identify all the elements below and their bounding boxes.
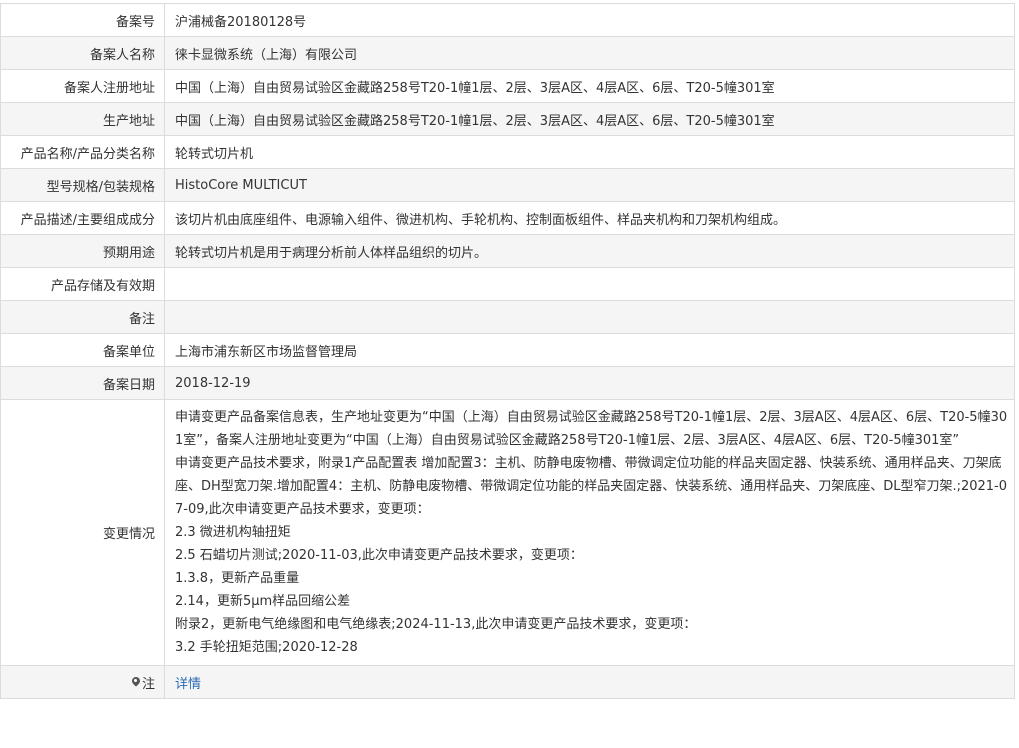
value-filing-date: 2018-12-19 <box>164 366 1015 400</box>
row-model-spec: 型号规格/包装规格 HistoCore MULTICUT <box>0 168 1015 202</box>
row-record-number: 备案号 沪浦械备20180128号 <box>0 3 1015 37</box>
details-link[interactable]: 详情 <box>175 677 201 692</box>
row-registered-address: 备案人注册地址 中国（上海）自由贸易试验区金藏路258号T20-1幢1层、2层、… <box>0 69 1015 103</box>
label-product-name: 产品名称/产品分类名称 <box>0 135 165 169</box>
row-product-description: 产品描述/主要组成成分 该切片机由底座组件、电源输入组件、微进机构、手轮机构、控… <box>0 201 1015 235</box>
label-model-spec: 型号规格/包装规格 <box>0 168 165 202</box>
value-change-history: 申请变更产品备案信息表，生产地址变更为“中国（上海）自由贸易试验区金藏路258号… <box>164 399 1015 666</box>
change-line: 附录2，更新电气绝缘图和电气绝缘表;2024-11-13,此次申请变更产品技术要… <box>175 617 697 632</box>
row-product-name: 产品名称/产品分类名称 轮转式切片机 <box>0 135 1015 169</box>
row-remarks: 备注 <box>0 300 1015 334</box>
row-storage-validity: 产品存储及有效期 <box>0 267 1015 301</box>
label-filing-authority: 备案单位 <box>0 333 165 367</box>
record-table-body: 备案号 沪浦械备20180128号 备案人名称 徕卡显微系统（上海）有限公司 备… <box>0 3 1015 699</box>
row-production-address: 生产地址 中国（上海）自由贸易试验区金藏路258号T20-1幢1层、2层、3层A… <box>0 102 1015 136</box>
value-model-spec: HistoCore MULTICUT <box>164 168 1015 202</box>
row-registrant-name: 备案人名称 徕卡显微系统（上海）有限公司 <box>0 36 1015 70</box>
value-note: 详情 <box>164 665 1015 699</box>
label-production-address: 生产地址 <box>0 102 165 136</box>
change-line: 申请变更产品技术要求，附录1产品配置表 增加配置3：主机、防静电废物槽、带微调定… <box>175 456 1008 517</box>
value-remarks <box>164 300 1015 334</box>
value-product-description: 该切片机由底座组件、电源输入组件、微进机构、手轮机构、控制面板组件、样品夹机构和… <box>164 201 1015 235</box>
record-table: 备案号 沪浦械备20180128号 备案人名称 徕卡显微系统（上海）有限公司 备… <box>0 3 1015 699</box>
change-line: 2.5 石蜡切片测试;2020-11-03,此次申请变更产品技术要求，变更项： <box>175 548 583 563</box>
note-label-text: 注 <box>141 676 155 692</box>
label-record-number: 备案号 <box>0 3 165 37</box>
pin-icon <box>131 677 141 689</box>
change-line: 2.14，更新5μm样品回缩公差 <box>175 594 351 609</box>
row-change-history: 变更情况 申请变更产品备案信息表，生产地址变更为“中国（上海）自由贸易试验区金藏… <box>0 399 1015 666</box>
value-registrant-name: 徕卡显微系统（上海）有限公司 <box>164 36 1015 70</box>
value-product-name: 轮转式切片机 <box>164 135 1015 169</box>
label-registered-address: 备案人注册地址 <box>0 69 165 103</box>
label-product-description: 产品描述/主要组成成分 <box>0 201 165 235</box>
label-storage-validity: 产品存储及有效期 <box>0 267 165 301</box>
change-line: 3.2 手轮扭矩范围;2020-12-28 <box>175 640 358 655</box>
label-filing-date: 备案日期 <box>0 366 165 400</box>
label-remarks: 备注 <box>0 300 165 334</box>
label-change-history: 变更情况 <box>0 399 165 666</box>
row-filing-date: 备案日期 2018-12-19 <box>0 366 1015 400</box>
row-intended-use: 预期用途 轮转式切片机是用于病理分析前人体样品组织的切片。 <box>0 234 1015 268</box>
value-record-number: 沪浦械备20180128号 <box>164 3 1015 37</box>
change-line: 申请变更产品备案信息表，生产地址变更为“中国（上海）自由贸易试验区金藏路258号… <box>175 410 1008 448</box>
change-line: 2.3 微进机构轴扭矩 <box>175 525 291 540</box>
value-storage-validity <box>164 267 1015 301</box>
label-note: 注 <box>0 665 165 699</box>
value-production-address: 中国（上海）自由贸易试验区金藏路258号T20-1幢1层、2层、3层A区、4层A… <box>164 102 1015 136</box>
label-registrant-name: 备案人名称 <box>0 36 165 70</box>
value-filing-authority: 上海市浦东新区市场监督管理局 <box>164 333 1015 367</box>
label-intended-use: 预期用途 <box>0 234 165 268</box>
value-intended-use: 轮转式切片机是用于病理分析前人体样品组织的切片。 <box>164 234 1015 268</box>
value-registered-address: 中国（上海）自由贸易试验区金藏路258号T20-1幢1层、2层、3层A区、4层A… <box>164 69 1015 103</box>
change-line: 1.3.8，更新产品重量 <box>175 571 300 586</box>
row-note: 注 详情 <box>0 665 1015 699</box>
row-filing-authority: 备案单位 上海市浦东新区市场监督管理局 <box>0 333 1015 367</box>
